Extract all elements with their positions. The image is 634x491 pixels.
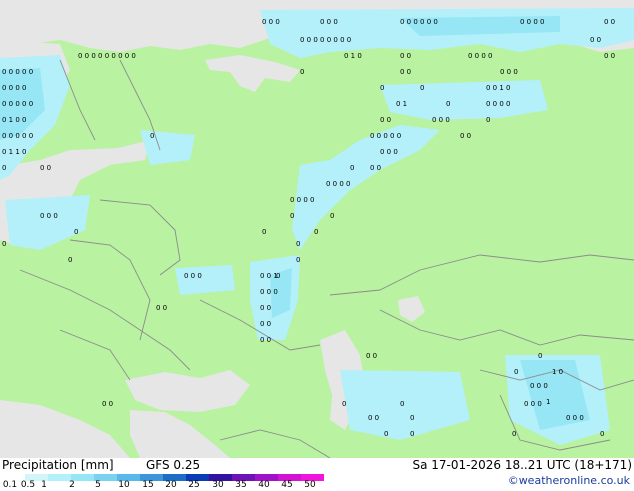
svg-text:0 0 0: 0 0 0 [432,116,450,124]
svg-text:0: 0 [262,228,266,236]
svg-text:0: 0 [514,368,518,376]
svg-text:0: 0 [410,414,414,422]
scale-tick-label: 0.5 [20,480,36,490]
svg-text:0 0 1 0: 0 0 1 0 [486,84,511,92]
svg-text:0: 0 [538,352,542,360]
scale-swatch [48,474,71,481]
svg-text:0 0 0: 0 0 0 [530,382,548,390]
svg-text:0 0: 0 0 [370,164,381,172]
svg-text:0 0: 0 0 [604,18,615,26]
legend-title: Precipitation [mm] [2,458,114,472]
svg-text:0 0 0 0 0: 0 0 0 0 0 [2,68,33,76]
svg-text:0 0: 0 0 [400,68,411,76]
svg-text:0 1: 0 1 [396,100,407,108]
scale-tick-label: 50 [304,480,316,490]
scale-tick-label: 10 [118,480,130,490]
svg-text:0 0 0: 0 0 0 [320,18,338,26]
svg-text:0 0 0 0: 0 0 0 0 [326,180,351,188]
svg-text:0 0: 0 0 [40,164,51,172]
svg-text:0 0 0: 0 0 0 [260,288,278,296]
svg-text:0: 0 [512,430,516,438]
svg-text:0 0 0 0 0 0: 0 0 0 0 0 0 [400,18,438,26]
svg-text:0 0: 0 0 [590,36,601,44]
svg-text:0: 0 [296,240,300,248]
svg-text:0: 0 [380,84,384,92]
svg-text:0: 0 [314,228,318,236]
svg-text:0: 0 [296,256,300,264]
svg-text:0 0: 0 0 [460,132,471,140]
precipitation-map: 0 0 00 0 00 0 0 0 0 00 0 0 00 0 0 0 0 0 … [0,0,634,458]
svg-text:0: 0 [300,68,304,76]
svg-text:0 0: 0 0 [366,352,377,360]
svg-text:0 0 0: 0 0 0 [566,414,584,422]
svg-text:0 0 0 0: 0 0 0 0 [486,100,511,108]
scale-tick-label: 35 [235,480,247,490]
svg-text:0: 0 [150,132,154,140]
svg-text:1 0: 1 0 [552,368,563,376]
svg-text:0 0 0 0 0 0 0 0: 0 0 0 0 0 0 0 0 [300,36,351,44]
svg-text:0: 0 [420,84,424,92]
svg-text:0 0 0 0: 0 0 0 0 [2,84,27,92]
forecast-datetime: Sa 17-01-2026 18..21 UTC (18+171) [412,458,632,472]
svg-text:0: 0 [446,100,450,108]
scale-tick-label: 40 [258,480,270,490]
svg-text:0 0: 0 0 [102,400,113,408]
svg-text:0: 0 [68,256,72,264]
svg-text:0 0: 0 0 [260,336,271,344]
svg-text:0 0 1: 0 0 1 [260,272,278,280]
svg-text:0 0 0 0: 0 0 0 0 [290,196,315,204]
svg-text:0 0: 0 0 [260,304,271,312]
svg-text:0 0: 0 0 [400,52,411,60]
model-name: GFS 0.25 [146,458,201,472]
svg-text:0 0 0 0: 0 0 0 0 [520,18,545,26]
svg-text:0: 0 [400,400,404,408]
svg-text:0 1 0 0: 0 1 0 0 [2,116,27,124]
svg-text:1: 1 [546,398,550,406]
svg-text:0: 0 [384,430,388,438]
svg-text:0 0 0: 0 0 0 [184,272,202,280]
svg-text:0 0 0: 0 0 0 [40,212,58,220]
svg-text:0: 0 [2,240,6,248]
scale-tick-label: 2 [69,480,75,490]
precipitation-color-scale [2,474,324,481]
svg-text:0 0: 0 0 [260,320,271,328]
svg-text:0 0 0: 0 0 0 [500,68,518,76]
svg-text:0 0 0 0 0: 0 0 0 0 0 [2,132,33,140]
scale-tick-label: 1 [41,480,47,490]
scale-tick-label: 25 [188,480,200,490]
svg-text:0 0 0 0 0: 0 0 0 0 0 [2,100,33,108]
svg-text:0 0 0: 0 0 0 [380,148,398,156]
scale-tick-label: 45 [281,480,293,490]
svg-text:0 0: 0 0 [380,116,391,124]
svg-text:0: 0 [410,430,414,438]
svg-text:0 0 0 0 0: 0 0 0 0 0 [370,132,401,140]
svg-text:0: 0 [2,164,6,172]
scale-tick-label: 30 [212,480,224,490]
scale-tick-label: 20 [165,480,177,490]
svg-text:0 0: 0 0 [156,304,167,312]
scale-tick-label: 0.1 [2,480,18,490]
svg-text:0: 0 [600,430,604,438]
svg-text:0 0: 0 0 [604,52,615,60]
svg-text:0 0 0: 0 0 0 [524,400,542,408]
svg-text:0 0 0 0 0 0 0 0 0: 0 0 0 0 0 0 0 0 0 [78,52,136,60]
svg-text:0 1 0: 0 1 0 [344,52,362,60]
svg-text:0: 0 [290,212,294,220]
svg-text:0 0 0: 0 0 0 [262,18,280,26]
svg-text:0: 0 [342,400,346,408]
svg-text:0 1 1 0: 0 1 1 0 [2,148,27,156]
scale-tick-label: 15 [142,480,154,490]
svg-text:0 0: 0 0 [368,414,379,422]
svg-text:0: 0 [74,228,78,236]
svg-text:0: 0 [350,164,354,172]
svg-text:0: 0 [330,212,334,220]
scale-tick-label: 5 [95,480,101,490]
svg-text:0 0 0 0: 0 0 0 0 [468,52,493,60]
copyright-link[interactable]: ©weatheronline.co.uk [508,474,630,487]
svg-text:0: 0 [486,116,490,124]
